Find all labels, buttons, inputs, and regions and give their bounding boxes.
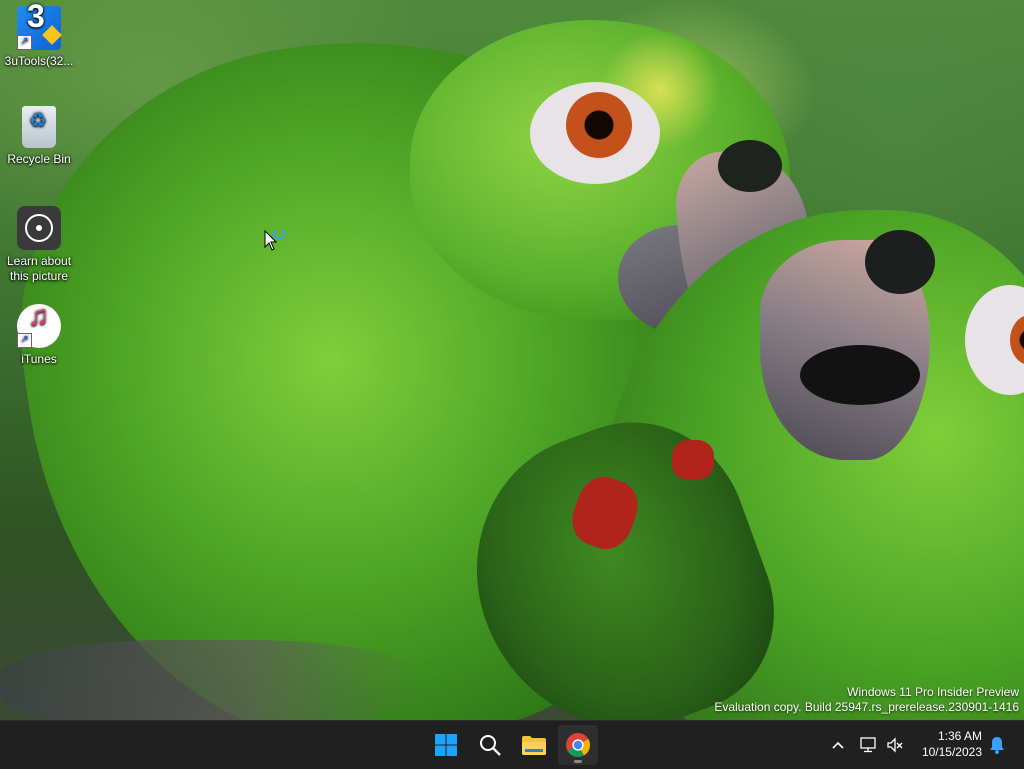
chrome-icon [566,733,590,758]
desktop-icon-label: Recycle Bin [7,152,71,166]
windows-logo-icon [435,734,457,756]
shortcut-arrow-icon: ↗ [17,35,32,50]
desktop-icon-label: 3uTools(32... [4,54,74,68]
itunes-icon: ♫ ↗ [17,302,61,348]
parrot-left-nostril [718,140,782,192]
recycle-bin-icon: ♻ [22,106,56,148]
network-button[interactable] [858,721,880,769]
folder-icon [522,736,546,755]
parrot-right-mouth [800,345,920,405]
show-hidden-icons-button[interactable] [826,721,850,769]
desktop-icon-3utools[interactable]: 3 ↗ 3uTools(32... [0,0,78,69]
parrot-left-eye [566,92,632,158]
chrome-button[interactable] [558,725,598,765]
network-icon [860,737,876,753]
chevron-up-icon [832,741,844,749]
desktop-icon-itunes[interactable]: ♫ ↗ iTunes [0,302,78,367]
learn-about-picture-icon [17,206,61,250]
3utools-icon: 3 ↗ [17,0,62,50]
search-button[interactable] [470,725,510,765]
desktop-icon-label: iTunes [21,352,57,366]
search-icon [480,735,501,756]
start-button[interactable] [426,725,466,765]
clock-date: 10/15/2023 [921,745,982,759]
file-explorer-button[interactable] [514,725,554,765]
desktop-icon-learn-about-picture[interactable]: Learn about this picture [0,206,78,284]
desktop-icon-label-line1: Learn about [6,254,72,268]
desktop-wallpaper [0,0,1024,720]
branch [0,640,420,720]
taskbar: 1:36 AM 10/15/2023 [0,720,1024,769]
watermark-build: Evaluation copy. Build 25947.rs_prerelea… [714,700,1019,714]
parrot-right-nostril [865,230,935,294]
bell-icon [990,737,1004,754]
parrot-red-feathers-small [672,440,714,480]
desktop-icon-recycle-bin[interactable]: ♻ Recycle Bin [0,106,78,167]
volume-muted-icon [887,737,903,753]
shortcut-arrow-icon: ↗ [17,333,32,348]
watermark-edition: Windows 11 Pro Insider Preview [847,685,1019,699]
clock[interactable]: 1:36 AM 10/15/2023 [912,728,982,760]
volume-button[interactable] [884,721,906,769]
clock-time: 1:36 AM [937,729,982,743]
notifications-button[interactable] [986,721,1008,769]
mouse-cursor-icon [264,230,285,251]
desktop-icon-label-line2: this picture [9,269,69,283]
evaluation-watermark: Windows 11 Pro Insider Preview Evaluatio… [714,685,1019,715]
